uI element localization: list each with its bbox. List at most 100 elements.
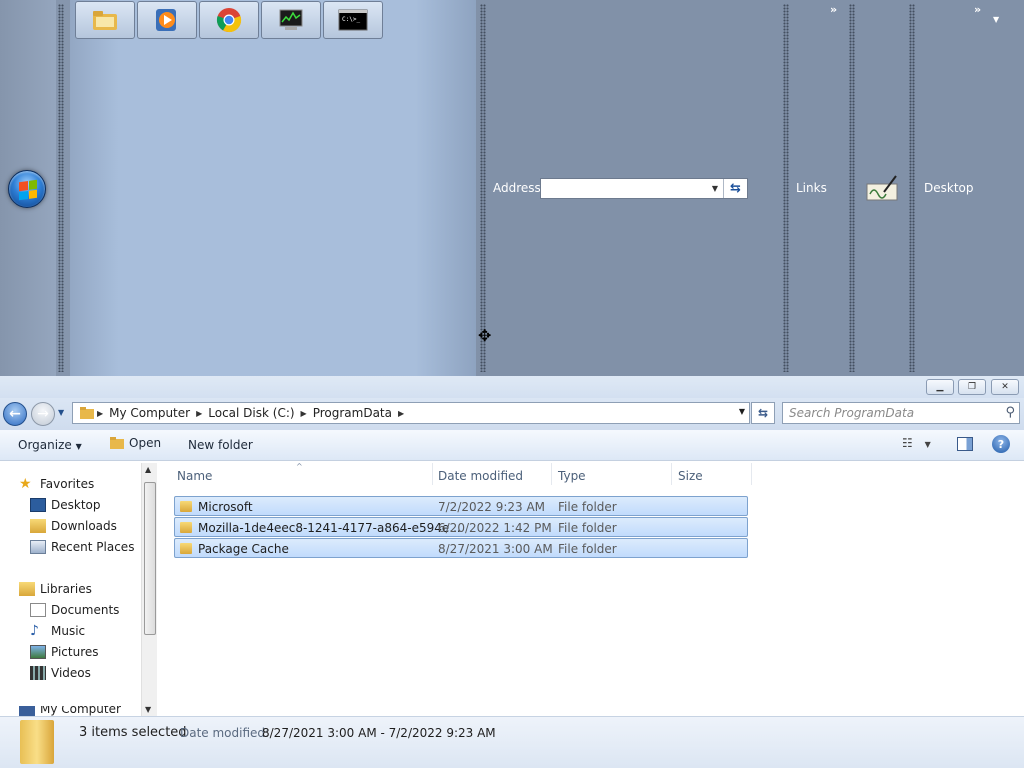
libraries-icon — [19, 582, 35, 596]
sidebar-item-desktop[interactable]: Desktop — [30, 498, 101, 512]
multiple-folders-icon — [20, 720, 54, 764]
column-divider[interactable] — [751, 463, 752, 485]
restore-button[interactable]: ❐ — [958, 379, 986, 395]
address-dropdown-icon[interactable]: ▼ — [707, 179, 723, 198]
restore-icon: ❐ — [967, 382, 977, 392]
open-button[interactable]: Open — [109, 436, 161, 450]
sidebar-label: Libraries — [40, 582, 92, 596]
svg-text:C:\>_: C:\>_ — [342, 16, 360, 23]
selection-count: 3 items selected — [79, 725, 187, 740]
address-go-icon[interactable]: ⇆ — [723, 179, 747, 198]
column-divider[interactable] — [432, 463, 433, 485]
column-divider[interactable] — [551, 463, 552, 485]
navigation-scrollbar[interactable]: ▲ ▼ — [141, 463, 157, 716]
task-button-area: C:\>_ — [70, 0, 476, 376]
search-icon[interactable]: ⚲ — [1005, 405, 1015, 420]
sidebar-item-libraries[interactable]: Libraries — [19, 582, 92, 596]
file-date: 7/2/2022 9:23 AM — [438, 500, 546, 514]
toolbar-area: Address ▼ ⇆ » Links » ▼ Desktop — [476, 0, 1024, 376]
file-row[interactable]: Package Cache 8/27/2021 3:00 AM File fol… — [174, 538, 748, 558]
desktop-label: Desktop — [924, 181, 974, 195]
breadcrumb-item[interactable]: ProgramData — [309, 406, 396, 420]
resize-cursor-icon: ✥ — [478, 326, 492, 345]
pictures-icon — [30, 645, 46, 659]
scrollbar-thumb[interactable] — [144, 482, 156, 635]
sidebar-item-videos[interactable]: Videos — [30, 666, 91, 680]
column-header-type[interactable]: Type — [558, 469, 586, 483]
change-view-button[interactable]: ☷ ▼ — [902, 436, 942, 454]
downloads-folder-icon — [30, 519, 46, 533]
start-button[interactable] — [8, 170, 46, 208]
address-toolbar-grip[interactable] — [480, 4, 486, 372]
column-divider[interactable] — [671, 463, 672, 485]
file-date: 8/27/2021 3:00 AM — [438, 542, 553, 556]
taskbar-cmd-button[interactable]: C:\>_ — [323, 1, 383, 39]
sidebar-label: Music — [51, 624, 86, 638]
scroll-up-icon[interactable]: ▲ — [145, 465, 151, 474]
breadcrumb-arrow-icon[interactable]: ▶ — [396, 409, 406, 418]
column-header-name[interactable]: Name — [177, 469, 212, 483]
breadcrumb-arrow-icon[interactable]: ▶ — [95, 409, 105, 418]
file-type: File folder — [558, 500, 617, 514]
breadcrumb-item[interactable]: Local Disk (C:) — [204, 406, 298, 420]
desktop-toolbar-grip[interactable] — [909, 4, 915, 372]
sidebar-item-pictures[interactable]: Pictures — [30, 645, 99, 659]
breadcrumb-item[interactable]: My Computer — [105, 406, 194, 420]
refresh-button[interactable]: ⇆ — [751, 402, 775, 424]
command-prompt-icon: C:\>_ — [338, 9, 368, 31]
view-dropdown-icon: ▼ — [924, 440, 931, 449]
file-row[interactable]: Mozilla-1de4eec8-1241-4177-a864-e594e...… — [174, 517, 748, 537]
music-icon: ♪ — [30, 623, 39, 639]
breadcrumb[interactable]: ▶ My Computer ▶ Local Disk (C:) ▶ Progra… — [72, 402, 750, 424]
search-placeholder: Search ProgramData — [789, 406, 915, 420]
folder-icon — [180, 543, 192, 554]
address-input[interactable]: ▼ ⇆ — [540, 178, 748, 199]
breadcrumb-arrow-icon[interactable]: ▶ — [194, 409, 204, 418]
taskbar-task-manager-button[interactable] — [261, 1, 321, 39]
file-type: File folder — [558, 542, 617, 556]
new-folder-button[interactable]: New folder — [188, 438, 253, 452]
breadcrumb-arrow-icon[interactable]: ▶ — [299, 409, 309, 418]
sidebar-item-favorites[interactable]: ★ Favorites — [19, 477, 94, 491]
desktop-chevron-icon[interactable]: » — [974, 3, 981, 16]
windows-logo-icon — [19, 179, 37, 201]
column-header-size[interactable]: Size — [678, 469, 703, 483]
taskbar-chrome-button[interactable] — [199, 1, 259, 39]
help-button[interactable]: ? — [992, 435, 1010, 453]
links-toolbar-grip[interactable] — [783, 4, 789, 372]
close-button[interactable]: ✕ — [991, 379, 1019, 395]
quicklaunch-toolbar-grip[interactable] — [849, 4, 855, 372]
taskbar-explorer-button[interactable] — [75, 1, 135, 39]
minimize-button[interactable]: ▁ — [926, 379, 954, 395]
toolbar-menu-icon[interactable]: ▼ — [993, 15, 999, 24]
back-button[interactable]: ← — [3, 402, 27, 426]
title-bar[interactable]: ▁ ❐ ✕ — [0, 376, 1024, 398]
links-chevron-icon[interactable]: » — [830, 3, 837, 16]
sidebar-item-downloads[interactable]: Downloads — [30, 519, 117, 533]
preview-pane-button[interactable] — [957, 437, 973, 451]
file-list: ^ Name Date modified Type Size Microsoft… — [158, 462, 1024, 716]
history-dropdown-icon[interactable]: ▼ — [58, 408, 64, 417]
column-header-date-modified[interactable]: Date modified — [438, 469, 523, 483]
forward-button[interactable]: → — [31, 402, 55, 426]
scroll-down-icon[interactable]: ▼ — [145, 705, 151, 714]
start-area — [0, 0, 56, 376]
taskbar-media-player-button[interactable] — [137, 1, 197, 39]
taskbar-grip[interactable] — [58, 4, 64, 372]
details-pane: 3 items selected Date modified: 8/27/202… — [0, 716, 1024, 768]
explorer-window: ▁ ❐ ✕ ← → ▼ ▶ My Computer ▶ Local Disk (… — [0, 376, 1024, 768]
file-row[interactable]: Microsoft 7/2/2022 9:23 AM File folder — [174, 496, 748, 516]
sidebar-item-music[interactable]: ♪ Music — [30, 624, 85, 638]
organize-button[interactable]: Organize ▼ — [18, 438, 82, 452]
address-history-dropdown-icon[interactable]: ▼ — [739, 407, 745, 416]
sidebar-item-documents[interactable]: Documents — [30, 603, 119, 617]
links-label: Links — [796, 181, 827, 195]
sidebar-label: My Computer — [40, 706, 121, 716]
sidebar-item-my-computer[interactable]: My Computer — [19, 706, 121, 716]
sidebar-label: Desktop — [51, 498, 101, 512]
file-name: Mozilla-1de4eec8-1241-4177-a864-e594e... — [198, 521, 461, 535]
signature-icon[interactable] — [866, 174, 898, 202]
search-input[interactable]: Search ProgramData ⚲ — [782, 402, 1020, 424]
sidebar-item-recent-places[interactable]: Recent Places — [30, 540, 134, 554]
task-manager-icon — [279, 9, 303, 30]
